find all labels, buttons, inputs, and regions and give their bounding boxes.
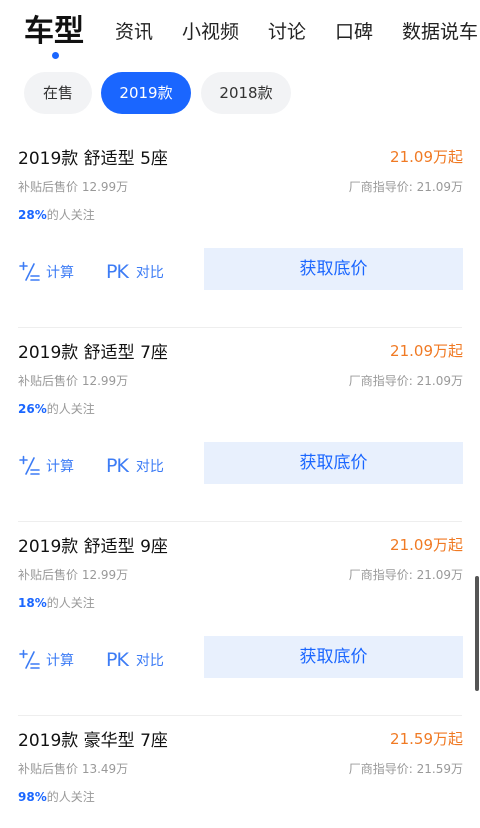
attention-rate: 18%的人关注 (18, 594, 95, 611)
calculator-icon (19, 261, 40, 281)
msrp-price: 厂商指导价: 21.09万 (348, 568, 463, 582)
tab-short-videos[interactable]: 小视频 (182, 18, 239, 46)
calculate-button[interactable]: 计算 (18, 646, 74, 674)
trim-card[interactable]: 2019款 豪华型 7座 21.59万起 补贴后售价 13.49万 厂商指导价:… (0, 716, 480, 828)
msrp-price: 厂商指导价: 21.59万 (348, 762, 463, 776)
attention-suffix: 的人关注 (46, 402, 95, 416)
tab-car-models[interactable]: 车型 (24, 12, 84, 52)
subsidy-price: 补贴后售价 12.99万 (18, 374, 129, 388)
get-lowest-price-button[interactable]: 获取底价 (204, 636, 463, 678)
tab-data-talk[interactable]: 数据说车 (402, 18, 478, 46)
trim-price: 21.09万起 (390, 536, 463, 554)
attention-suffix: 的人关注 (46, 596, 95, 610)
trim-price: 21.59万起 (390, 730, 463, 748)
attention-suffix: 的人关注 (46, 790, 95, 804)
calculator-icon (19, 455, 40, 475)
calculate-label: 计算 (46, 653, 74, 669)
calculator-icon (19, 649, 40, 669)
msrp-price: 厂商指导价: 21.09万 (348, 374, 463, 388)
filter-chip-2019[interactable]: 2019款 (101, 72, 191, 114)
trim-title: 2019款 豪华型 7座 (18, 731, 168, 751)
subsidy-price: 补贴后售价 12.99万 (18, 568, 129, 582)
pk-icon: PK (106, 649, 129, 671)
attention-percent: 98% (18, 790, 47, 804)
attention-suffix: 的人关注 (46, 208, 95, 222)
year-filter-bar: 在售 2019款 2018款 (0, 72, 480, 116)
trim-card[interactable]: 2019款 舒适型 7座 21.09万起 补贴后售价 12.99万 厂商指导价:… (0, 328, 480, 522)
pk-icon: PK (106, 261, 129, 283)
attention-rate: 98%的人关注 (18, 788, 95, 805)
compare-label: 对比 (135, 265, 164, 281)
trim-title: 2019款 舒适型 9座 (18, 537, 168, 557)
msrp-price: 厂商指导价: 21.09万 (348, 180, 463, 194)
compare-button[interactable]: PK 对比 (106, 258, 164, 286)
compare-button[interactable]: PK 对比 (106, 452, 164, 480)
filter-chip-on-sale[interactable]: 在售 (24, 72, 92, 114)
calculate-label: 计算 (46, 265, 74, 281)
scrollbar-thumb[interactable] (475, 576, 479, 691)
subsidy-price: 补贴后售价 12.99万 (18, 180, 129, 194)
tab-news[interactable]: 资讯 (115, 18, 153, 46)
calculate-button[interactable]: 计算 (18, 258, 74, 286)
calculate-label: 计算 (46, 459, 74, 475)
filter-chip-2018[interactable]: 2018款 (201, 72, 291, 114)
get-lowest-price-button[interactable]: 获取底价 (204, 442, 463, 484)
compare-label: 对比 (135, 653, 164, 669)
compare-label: 对比 (135, 459, 164, 475)
trim-card[interactable]: 2019款 舒适型 9座 21.09万起 补贴后售价 12.99万 厂商指导价:… (0, 522, 480, 716)
trim-card[interactable]: 2019款 舒适型 5座 21.09万起 补贴后售价 12.99万 厂商指导价:… (0, 134, 480, 328)
subsidy-price: 补贴后售价 13.49万 (18, 762, 129, 776)
attention-percent: 18% (18, 596, 47, 610)
get-lowest-price-button[interactable]: 获取底价 (204, 248, 463, 290)
attention-rate: 28%的人关注 (18, 206, 95, 223)
top-nav: 车型 资讯 小视频 讨论 口碑 数据说车 (0, 0, 480, 64)
trim-price: 21.09万起 (390, 342, 463, 360)
pk-icon: PK (106, 455, 129, 477)
compare-button[interactable]: PK 对比 (106, 646, 164, 674)
attention-percent: 28% (18, 208, 47, 222)
active-tab-indicator (52, 52, 59, 59)
attention-percent: 26% (18, 402, 47, 416)
tab-reviews[interactable]: 口碑 (335, 18, 373, 46)
calculate-button[interactable]: 计算 (18, 452, 74, 480)
trim-title: 2019款 舒适型 7座 (18, 343, 168, 363)
tab-discussion[interactable]: 讨论 (268, 18, 306, 46)
attention-rate: 26%的人关注 (18, 400, 95, 417)
trim-title: 2019款 舒适型 5座 (18, 149, 168, 169)
trim-price: 21.09万起 (390, 148, 463, 166)
